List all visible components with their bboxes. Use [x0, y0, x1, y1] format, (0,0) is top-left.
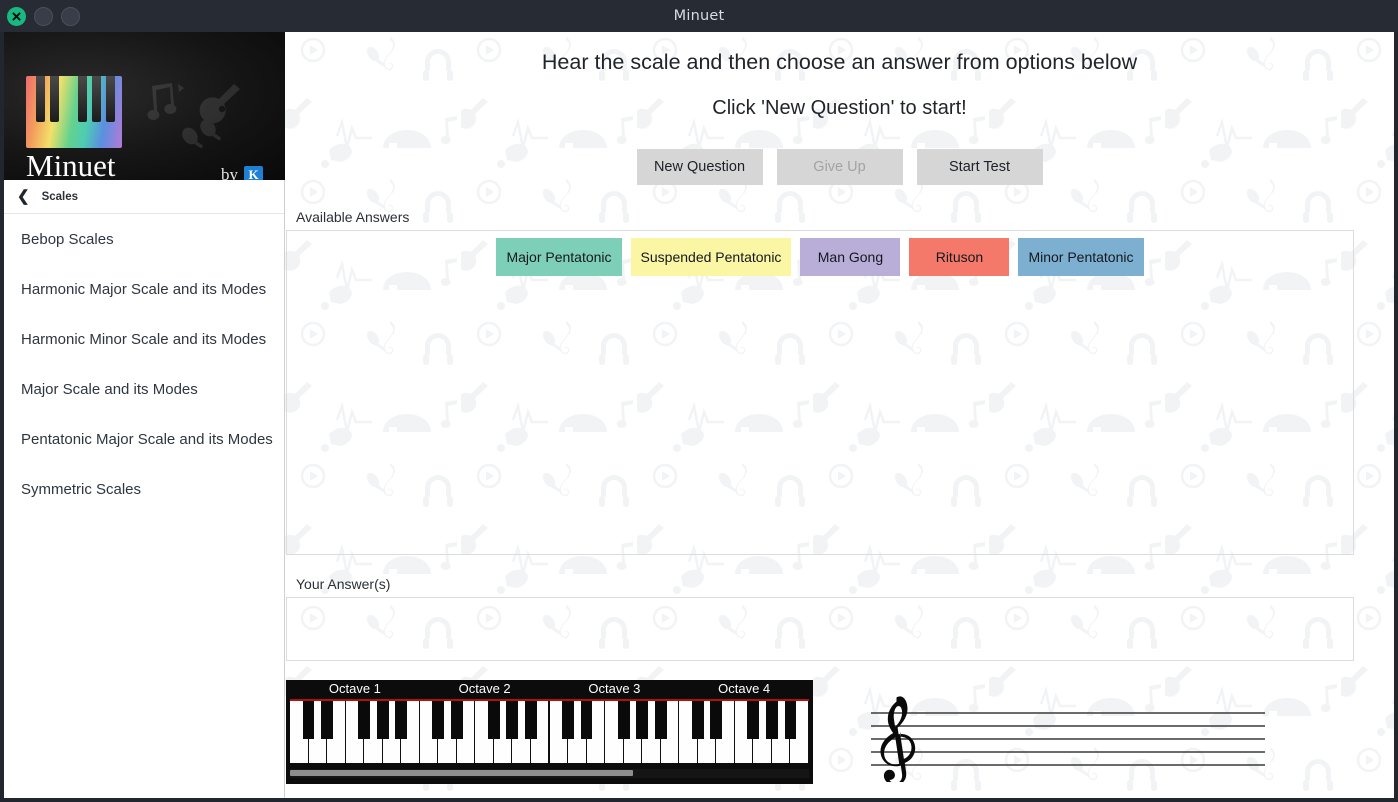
treble-clef-icon — [880, 696, 916, 782]
black-key[interactable] — [784, 701, 797, 739]
by-label: by — [221, 165, 238, 180]
start-test-button[interactable]: Start Test — [916, 149, 1043, 185]
sidebar-back-header[interactable]: ❮ Scales — [4, 180, 284, 214]
black-key[interactable] — [395, 701, 408, 739]
black-key[interactable] — [432, 701, 445, 739]
octave-label-row: Octave 1 Octave 2 Octave 3 Octave 4 — [286, 680, 813, 699]
black-key[interactable] — [691, 701, 704, 739]
app-name-label: Minuet — [26, 148, 116, 180]
sidebar-item-2[interactable]: Harmonic Minor Scale and its Modes — [4, 314, 284, 364]
music-staff — [865, 687, 1365, 782]
piano-scrollbar[interactable] — [290, 769, 809, 778]
piano-scrollbar-thumb[interactable] — [290, 770, 633, 776]
main-panel: Hear the scale and then choose an answer… — [285, 32, 1394, 798]
sidebar-item-0[interactable]: Bebop Scales — [4, 214, 284, 264]
window-right-edge — [1394, 32, 1398, 802]
action-button-row: New Question Give Up Start Test — [285, 149, 1394, 185]
black-key[interactable] — [747, 701, 760, 739]
prompt-line-2: Click 'New Question' to start! — [712, 97, 967, 119]
sidebar-item-5[interactable]: Symmetric Scales — [4, 464, 284, 514]
octave-label-3: Octave 3 — [588, 681, 641, 696]
staff-lines — [871, 712, 1265, 766]
new-question-button[interactable]: New Question — [636, 149, 763, 185]
sidebar-item-label: Harmonic Major Scale and its Modes — [21, 280, 267, 298]
sidebar-header-label: Scales — [41, 190, 79, 203]
sidebar-item-1[interactable]: Harmonic Major Scale and its Modes — [4, 264, 284, 314]
black-key[interactable] — [765, 701, 778, 739]
black-key[interactable] — [506, 701, 519, 739]
chevron-left-icon[interactable]: ❮ — [17, 189, 30, 204]
guitar-icon — [199, 84, 240, 124]
answer-chip-4[interactable]: Minor Pentatonic — [1018, 238, 1144, 276]
octave-label-2: Octave 2 — [458, 681, 511, 696]
answer-chip-1[interactable]: Suspended Pentatonic — [630, 238, 792, 276]
black-key[interactable] — [710, 701, 723, 739]
rainbow-piano-keys-icon — [26, 76, 122, 148]
sidebar-item-label: Harmonic Minor Scale and its Modes — [21, 330, 267, 348]
sidebar-item-3[interactable]: Major Scale and its Modes — [4, 364, 284, 414]
window-controls — [7, 0, 80, 32]
black-key[interactable] — [321, 701, 333, 739]
answer-chip-list: Major Pentatonic Suspended Pentatonic Man … — [286, 238, 1354, 276]
window-titlebar: Minuet — [0, 0, 1398, 32]
close-button[interactable] — [7, 6, 26, 26]
black-key[interactable] — [636, 701, 649, 739]
black-key[interactable] — [376, 701, 389, 739]
music-decoration-icons — [147, 83, 240, 149]
black-key[interactable] — [358, 701, 371, 739]
black-key[interactable] — [525, 701, 537, 739]
sidebar-item-label: Bebop Scales — [21, 230, 114, 248]
answer-chip-3[interactable]: Rituson — [909, 238, 1010, 276]
app-window: Minuet Minuet by K ❮ Scales Bebop Scales… — [0, 0, 1398, 802]
black-key[interactable] — [580, 701, 593, 739]
piano-keys[interactable] — [290, 701, 809, 763]
prompt-line-1: Hear the scale and then choose an answer… — [541, 50, 1138, 74]
black-key[interactable] — [450, 701, 463, 739]
sidebar-category-list: Bebop Scales Harmonic Major Scale and its… — [4, 214, 284, 514]
your-answers-label: Your Answer(s) — [296, 576, 391, 592]
window-title: Minuet — [673, 8, 725, 24]
give-up-button: Give Up — [776, 149, 903, 185]
available-answers-label: Available Answers — [296, 209, 410, 225]
your-answers-panel[interactable] — [286, 597, 1354, 661]
answer-chip-2[interactable]: Man Gong — [800, 238, 901, 276]
sidebar-item-label: Pentatonic Major Scale and its Modes — [21, 430, 273, 448]
sidebar-item-label: Symmetric Scales — [21, 480, 142, 498]
minimize-button[interactable] — [34, 6, 53, 26]
vendor-credit: by K — [221, 165, 263, 180]
black-key[interactable] — [617, 701, 630, 739]
octave-label-4: Octave 4 — [718, 681, 771, 696]
sidebar: Minuet by K ❮ Scales Bebop Scales Harmoni… — [4, 32, 285, 798]
answer-chip-0[interactable]: Major Pentatonic — [496, 238, 622, 276]
music-notes-icon — [147, 83, 184, 120]
app-logo-panel: Minuet by K — [4, 32, 285, 180]
sidebar-item-label: Major Scale and its Modes — [21, 380, 198, 398]
black-key[interactable] — [654, 701, 667, 739]
question-prompt: Hear the scale and then choose an answer… — [285, 50, 1394, 120]
black-key[interactable] — [562, 701, 574, 739]
black-key[interactable] — [302, 701, 315, 739]
maximize-button[interactable] — [61, 6, 80, 26]
octave-label-1: Octave 1 — [328, 681, 381, 696]
close-x-icon — [12, 11, 21, 21]
window-content: Minuet by K ❮ Scales Bebop Scales Harmoni… — [4, 32, 1394, 798]
sidebar-item-4[interactable]: Pentatonic Major Scale and its Modes — [4, 414, 284, 464]
available-answers-panel[interactable] — [286, 230, 1354, 555]
kde-logo-icon: K — [244, 165, 263, 180]
black-key[interactable] — [487, 701, 500, 739]
piano-keyboard[interactable]: Octave 1 Octave 2 Octave 3 Octave 4 — [286, 680, 813, 784]
window-bottom-edge — [0, 798, 1398, 802]
